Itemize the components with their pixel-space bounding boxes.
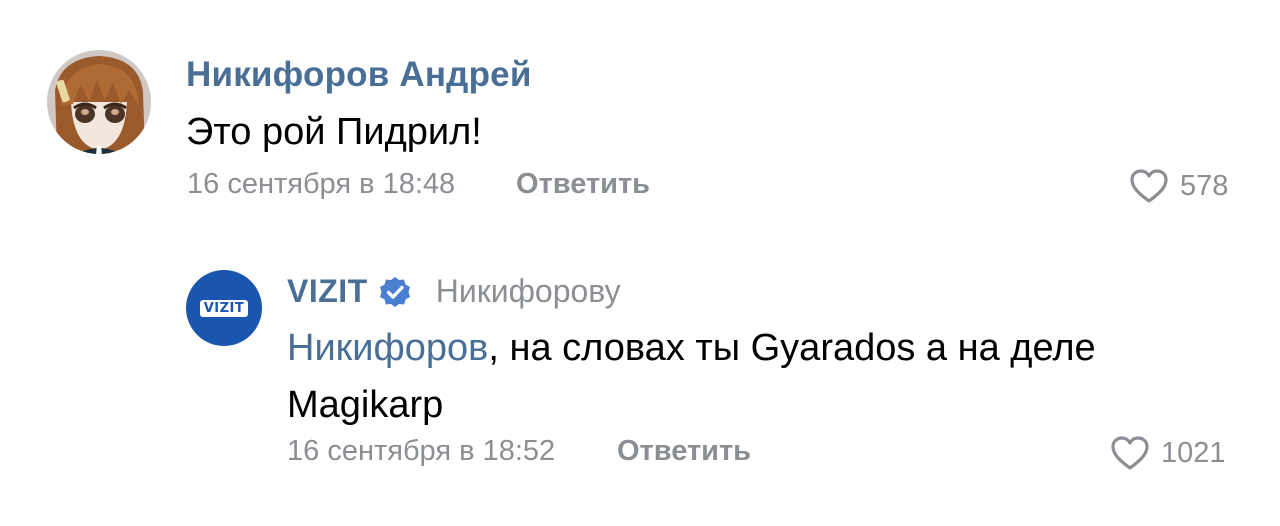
like-count: 1021 xyxy=(1161,436,1226,469)
like-count: 578 xyxy=(1180,169,1229,202)
comment-text: Это рой Пидрил! xyxy=(186,111,482,153)
avatar[interactable]: VIZIT xyxy=(186,270,262,346)
comment-author[interactable]: VIZIT xyxy=(287,273,368,310)
comment-author[interactable]: Никифоров Андрей xyxy=(186,55,532,95)
heart-icon xyxy=(1130,169,1168,203)
verified-checkmark-icon xyxy=(379,276,410,307)
comment: Никифоров Андрей Это рой Пидрил! 16 сент… xyxy=(0,0,1280,230)
anime-girl-avatar-icon xyxy=(47,50,151,154)
like-button[interactable]: 578 xyxy=(1128,166,1228,206)
like-button[interactable]: 1021 xyxy=(1109,433,1226,473)
reply-button[interactable]: Ответить xyxy=(516,168,650,201)
comment-reply: VIZIT VIZIT Никифорову Никифоров, на сло… xyxy=(0,230,1280,526)
reply-to-label[interactable]: Никифорову xyxy=(436,273,621,310)
comment-text: Никифоров, на словах ты Gyarados а на де… xyxy=(287,320,1247,434)
vizit-logo-avatar-icon: VIZIT xyxy=(199,299,249,317)
avatar[interactable] xyxy=(47,50,151,154)
heart-icon xyxy=(1111,436,1149,470)
mention-link[interactable]: Никифоров xyxy=(287,327,488,369)
reply-button[interactable]: Ответить xyxy=(617,435,751,468)
comment-date: 16 сентября в 18:48 xyxy=(187,168,456,200)
comment-header: VIZIT Никифорову xyxy=(287,273,621,310)
comment-date: 16 сентября в 18:52 xyxy=(287,435,556,467)
